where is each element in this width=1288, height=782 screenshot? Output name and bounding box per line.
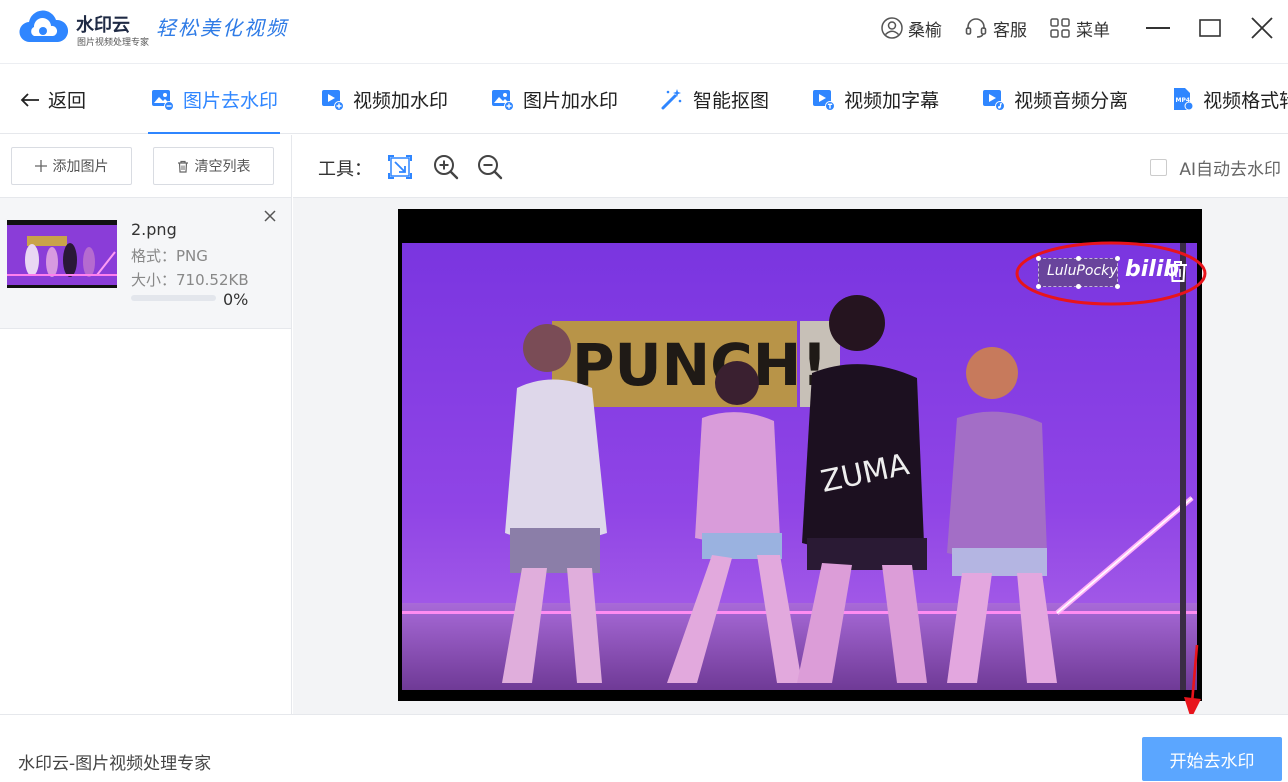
tab-video-add-watermark[interactable]: 视频加水印 — [318, 64, 450, 134]
file-list-toolbar: 添加图片 清空列表 — [0, 135, 291, 198]
trash-icon — [177, 160, 188, 173]
tab-label: 视频加水印 — [353, 89, 449, 112]
tab-image-add-watermark[interactable]: 图片加水印 — [488, 64, 620, 134]
arrow-left-icon — [20, 92, 39, 107]
service-label: 客服 — [993, 20, 1027, 41]
feature-tabs: 图片去水印 视频加水印 图片加水印 智能抠图 视频加字幕 视频音频分离 MP4 … — [148, 64, 1288, 134]
image-add-icon — [492, 90, 515, 111]
clear-list-label: 清空列表 — [194, 159, 251, 175]
file-progress-bar — [131, 295, 216, 301]
add-image-label: 添加图片 — [52, 159, 109, 175]
menu-label: 菜单 — [1076, 20, 1110, 41]
headset-icon — [965, 18, 987, 38]
file-progress-text: 0% — [223, 290, 249, 309]
highlight-annotation-ellipse — [1015, 241, 1207, 306]
back-label: 返回 — [48, 90, 87, 112]
remove-file-icon[interactable] — [262, 208, 278, 224]
maximize-button[interactable] — [1184, 0, 1236, 56]
ai-auto-remove-label: AI自动去水印 — [1179, 160, 1281, 180]
tool-label: 工具： — [318, 159, 372, 180]
tab-video-audio-separate[interactable]: 视频音频分离 — [979, 64, 1130, 134]
file-list-panel: 添加图片 清空列表 2.png 格式：PNG 大小：710.52KB 0% — [0, 135, 292, 714]
add-image-button[interactable]: 添加图片 — [11, 147, 132, 185]
photo-sign-text: PUNCH! — [572, 331, 828, 399]
tab-label: 智能抠图 — [693, 89, 770, 112]
status-bar: 水印云-图片视频处理专家 开始去水印 — [0, 714, 1288, 782]
nav-bar: 返回 图片去水印 视频加水印 图片加水印 智能抠图 视频加字幕 视频音频分离 M… — [0, 64, 1288, 134]
close-icon — [1251, 17, 1273, 39]
select-box-icon[interactable] — [386, 153, 414, 181]
preview-image: PUNCH! ZUMA — [402, 243, 1197, 690]
editor-area: 工具： AI自动去水印 PUNCH! ZUMA LuluPocky bilib — [293, 135, 1288, 719]
user-button[interactable]: 桑榆 — [881, 16, 942, 41]
clear-list-button[interactable]: 清空列表 — [153, 147, 274, 185]
menu-button[interactable]: 菜单 — [1049, 16, 1110, 41]
video-audio-icon — [983, 90, 1006, 111]
brand-name: 水印云 — [76, 15, 130, 36]
red-arrow-annotation-icon — [1184, 645, 1201, 719]
title-bar: 水印云 图片视频处理专家 轻松美化视频 桑榆 客服 菜单 — [0, 0, 1288, 64]
start-remove-watermark-button[interactable]: 开始去水印 — [1142, 737, 1282, 781]
tab-label: 图片加水印 — [523, 89, 619, 112]
file-size: 大小：710.52KB — [131, 271, 249, 289]
brand-subtitle: 图片视频处理专家 — [77, 38, 150, 48]
plus-icon — [34, 160, 47, 172]
video-add-icon — [322, 90, 345, 111]
tab-label: 图片去水印 — [183, 89, 279, 112]
tab-label: 视频格式转换 — [1203, 89, 1288, 112]
minimize-icon — [1146, 27, 1170, 29]
magic-wand-icon — [661, 89, 682, 110]
ai-auto-remove-checkbox[interactable] — [1150, 159, 1168, 176]
mp4-icon: MP4 — [1174, 88, 1194, 111]
image-canvas[interactable]: PUNCH! ZUMA LuluPocky bilib — [398, 209, 1207, 701]
video-subtitle-icon — [813, 90, 836, 111]
footer-text: 水印云-图片视频处理专家 — [18, 754, 212, 774]
service-button[interactable]: 客服 — [964, 16, 1027, 41]
tab-video-subtitle[interactable]: 视频加字幕 — [809, 64, 941, 134]
tab-smart-cutout[interactable]: 智能抠图 — [658, 64, 771, 134]
cloud-logo-icon — [19, 10, 68, 43]
zoom-in-icon[interactable] — [432, 153, 460, 181]
close-window-button[interactable] — [1236, 0, 1288, 56]
minimize-button[interactable] — [1132, 0, 1184, 56]
tab-video-format-convert[interactable]: MP4 视频格式转换 — [1168, 64, 1288, 134]
file-thumbnail — [7, 220, 117, 288]
grid-menu-icon — [1050, 18, 1070, 38]
tab-label: 视频加字幕 — [844, 89, 940, 112]
tab-image-remove-watermark[interactable]: 图片去水印 — [148, 64, 281, 134]
image-remove-icon — [152, 90, 174, 111]
maximize-icon — [1199, 19, 1221, 37]
zoom-out-icon[interactable] — [476, 153, 504, 181]
app-window: 水印云 图片视频处理专家 轻松美化视频 桑榆 客服 菜单 返回 图片去水印 视频… — [0, 0, 1288, 782]
file-name: 2.png — [131, 220, 177, 239]
slogan: 轻松美化视频 — [156, 16, 288, 40]
tab-label: 视频音频分离 — [1014, 89, 1129, 112]
user-name: 桑榆 — [908, 20, 942, 41]
ai-auto-remove-toggle[interactable]: AI自动去水印 — [1150, 155, 1281, 180]
back-button[interactable]: 返回 — [20, 86, 86, 113]
file-format: 格式：PNG — [131, 247, 208, 265]
editor-toolbar: 工具： AI自动去水印 — [293, 135, 1288, 198]
user-icon — [881, 17, 903, 39]
file-list-item[interactable]: 2.png 格式：PNG 大小：710.52KB 0% — [0, 198, 291, 329]
title-bar-actions: 桑榆 客服 菜单 — [881, 0, 1288, 56]
